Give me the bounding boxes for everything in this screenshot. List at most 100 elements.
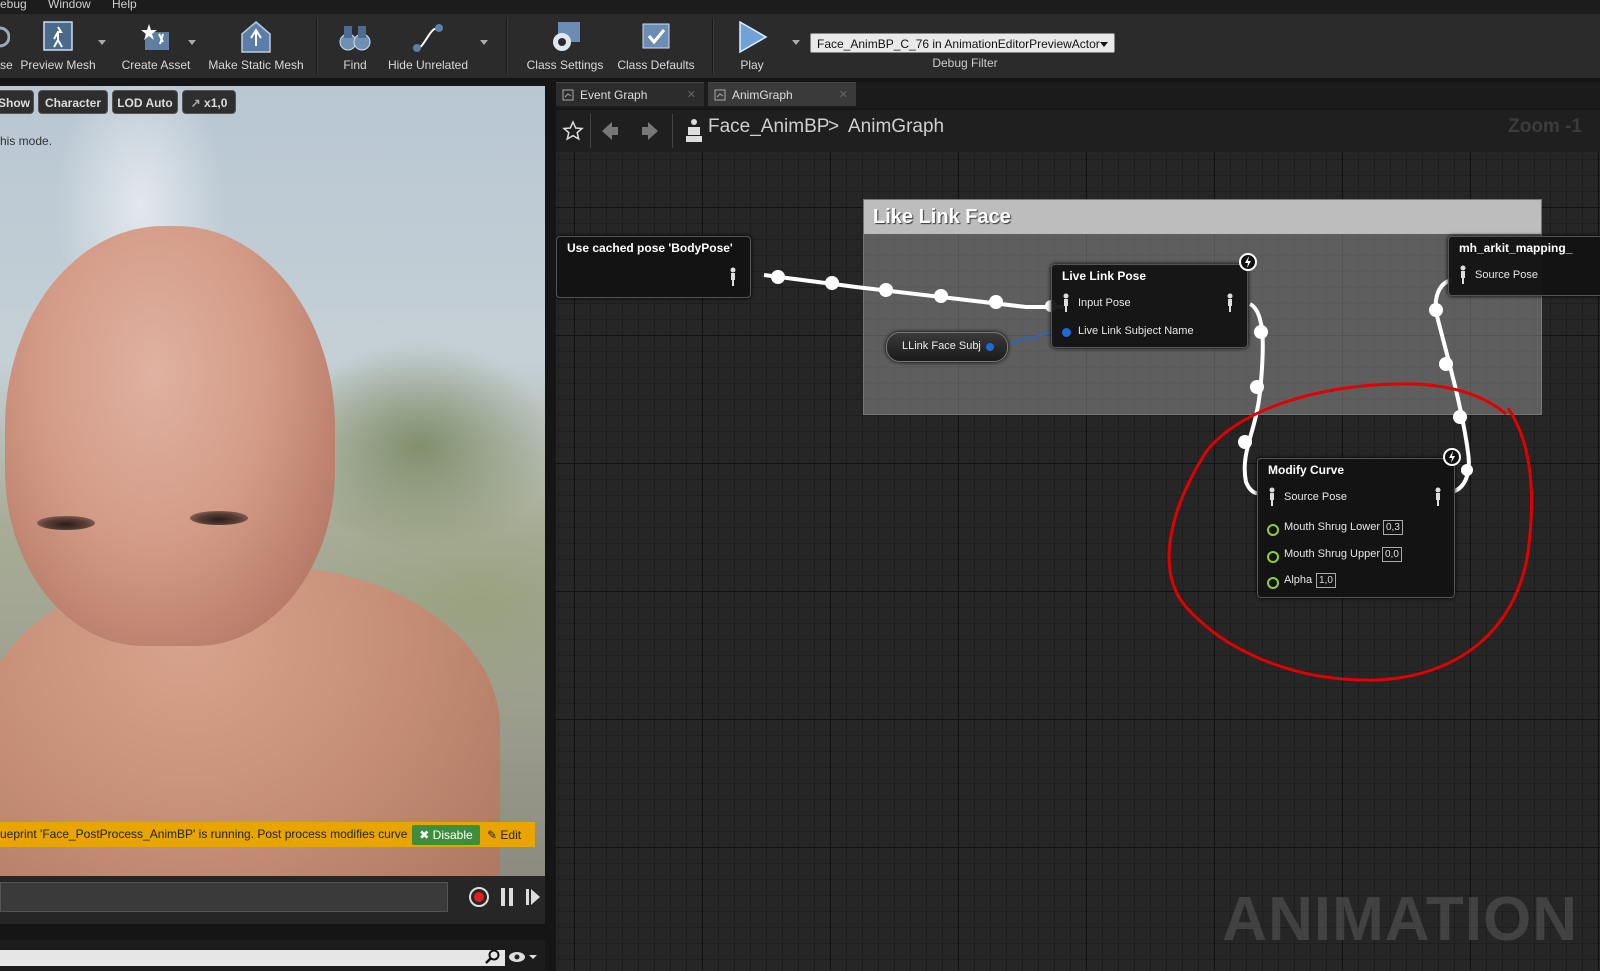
tab-label: Event Graph [580, 88, 648, 102]
debug-filter-label: Debug Filter [932, 56, 998, 70]
debug-filter-select[interactable]: Face_AnimBP_C_76 in AnimationEditorPrevi… [810, 33, 1115, 53]
node-title: Live Link Pose [1062, 269, 1147, 283]
node-title: Modify Curve [1268, 463, 1345, 477]
menu-bar: ebug Window Help [0, 0, 1600, 14]
search-input[interactable] [0, 950, 505, 966]
hide-unrelated-button[interactable]: Hide Unrelated [382, 14, 474, 78]
menu-window[interactable]: Window [48, 0, 91, 11]
forward-arrow-icon[interactable] [640, 120, 660, 142]
find-button[interactable]: Find [330, 14, 380, 78]
pin-label: Alpha [1284, 574, 1313, 586]
value-field[interactable]: 0,0 [1382, 547, 1402, 562]
playback-speed-button[interactable]: ↗ x1,0 [182, 90, 236, 114]
node-live-link-pose[interactable]: Live Link Pose Input Pose Live Link Subj… [1051, 253, 1257, 348]
pencil-icon: ✎ [487, 828, 501, 842]
partial-icon [0, 26, 10, 48]
chevron-down-icon [1100, 42, 1108, 47]
breadcrumb-separator-line [590, 114, 591, 148]
postprocess-warning-banner: ueprint 'Face_PostProcess_AnimBP' is run… [0, 822, 535, 847]
timeline-scrubber[interactable] [0, 882, 448, 912]
disable-label: Disable [432, 828, 473, 842]
blueprint-icon [686, 119, 702, 142]
show-button[interactable]: Show [0, 90, 34, 114]
zoom-level: Zoom -1 [1508, 116, 1582, 137]
debug-filter-value: Face_AnimBP_C_76 in AnimationEditorPrevi… [817, 37, 1100, 51]
step-forward-icon[interactable] [525, 887, 541, 907]
details-search-bar [0, 940, 545, 971]
breadcrumb-leaf[interactable]: AnimGraph [848, 116, 944, 138]
class-settings-button[interactable]: Class Settings [520, 14, 610, 78]
speed-icon: ↗ [190, 96, 201, 110]
pin-label: Live Link Subject Name [1078, 325, 1194, 337]
toolbar-separator [316, 18, 318, 74]
pose-pin-icon[interactable] [729, 267, 737, 287]
close-icon[interactable]: ✕ [839, 83, 848, 107]
pose-pin-icon[interactable] [1226, 293, 1234, 313]
menu-debug[interactable]: ebug [0, 0, 27, 11]
make-static-mesh-button[interactable]: Make Static Mesh [206, 14, 306, 78]
edit-button[interactable]: ✎ Edit [487, 825, 531, 845]
disable-button[interactable]: ✖ Disable [412, 825, 480, 845]
pin-label: Mouth Shrug Lower [1284, 521, 1380, 533]
character-eye-right [190, 511, 248, 525]
anim-graph-canvas[interactable]: Like Link Face Use cached pose 'BodyPose… [556, 152, 1600, 971]
back-arrow-icon[interactable] [600, 120, 620, 142]
tab-anim-graph[interactable]: AnimGraph ✕ [708, 82, 856, 106]
tab-event-graph[interactable]: Event Graph ✕ [556, 82, 704, 106]
class-defaults-icon [642, 23, 670, 49]
pause-icon[interactable] [500, 887, 514, 907]
playback-bar [0, 876, 545, 924]
graph-watermark: ANIMATION [1222, 885, 1578, 954]
play-dropdown-arrow[interactable] [792, 40, 800, 45]
hide-unrelated-dropdown-arrow[interactable] [480, 40, 488, 45]
play-button[interactable]: Play [724, 14, 780, 78]
float-pin[interactable] [1267, 551, 1279, 563]
star-icon[interactable] [562, 120, 584, 142]
partial-toolbar-button[interactable]: se [0, 14, 13, 78]
viewport-mode-text: his mode. [0, 134, 53, 148]
eye-icon[interactable] [508, 950, 538, 964]
search-icon[interactable] [485, 949, 501, 965]
value-field[interactable]: 1,0 [1316, 573, 1336, 588]
create-asset-icon [141, 24, 169, 50]
preview-viewport[interactable]: Show Character LOD Auto ↗ x1,0 his mode.… [0, 86, 545, 876]
float-pin[interactable] [1267, 524, 1279, 536]
record-icon[interactable] [468, 886, 490, 908]
character-button[interactable]: Character [38, 90, 108, 114]
pose-pin-icon[interactable] [1062, 293, 1070, 313]
class-defaults-button[interactable]: Class Defaults [612, 14, 700, 78]
toolbar-separator [712, 18, 714, 74]
preview-mesh-button[interactable]: Preview Mesh [16, 14, 100, 78]
variable-get-node[interactable]: LLink Face Subj [886, 332, 1008, 362]
graph-icon [714, 89, 726, 101]
graph-icon [562, 89, 574, 101]
lod-auto-button[interactable]: LOD Auto [112, 90, 178, 114]
toolbar: se Preview Mesh Create Asset Make Static… [0, 14, 1600, 79]
breadcrumb-separator-line [672, 114, 673, 148]
pose-pin-icon[interactable] [1268, 487, 1276, 507]
fast-path-icon [1239, 253, 1257, 271]
node-modify-curve[interactable]: Modify Curve Source Pose Mouth Shrug Low… [1257, 448, 1461, 598]
name-pin[interactable] [986, 343, 994, 351]
toolbar-separator [506, 18, 508, 74]
create-asset-dropdown-arrow[interactable] [188, 40, 196, 45]
breadcrumb-bar: Face_AnimBP > AnimGraph Zoom -1 [556, 110, 1600, 153]
name-pin[interactable] [1062, 328, 1071, 337]
character-head [5, 226, 335, 646]
node-use-cached-pose[interactable]: Use cached pose 'BodyPose' [556, 236, 751, 298]
node-mh-arkit-mapping[interactable]: mh_arkit_mapping_ Source Pose [1448, 236, 1600, 296]
create-asset-button[interactable]: Create Asset [118, 14, 194, 78]
tab-label: AnimGraph [732, 88, 793, 102]
variable-label: LLink Face Subj [902, 340, 981, 352]
float-pin[interactable] [1267, 577, 1279, 589]
value-field[interactable]: 0,3 [1383, 520, 1403, 535]
pose-pin-icon[interactable] [1459, 265, 1467, 285]
banner-text: ueprint 'Face_PostProcess_AnimBP' is run… [0, 827, 408, 841]
preview-mesh-dropdown-arrow[interactable] [98, 40, 106, 45]
pin-label: Source Pose [1284, 491, 1347, 503]
menu-help[interactable]: Help [112, 0, 137, 11]
breadcrumb-root[interactable]: Face_AnimBP [708, 116, 829, 138]
pose-pin-icon[interactable] [1434, 487, 1442, 507]
pin-label: Source Pose [1475, 269, 1538, 281]
close-icon[interactable]: ✕ [687, 83, 696, 107]
